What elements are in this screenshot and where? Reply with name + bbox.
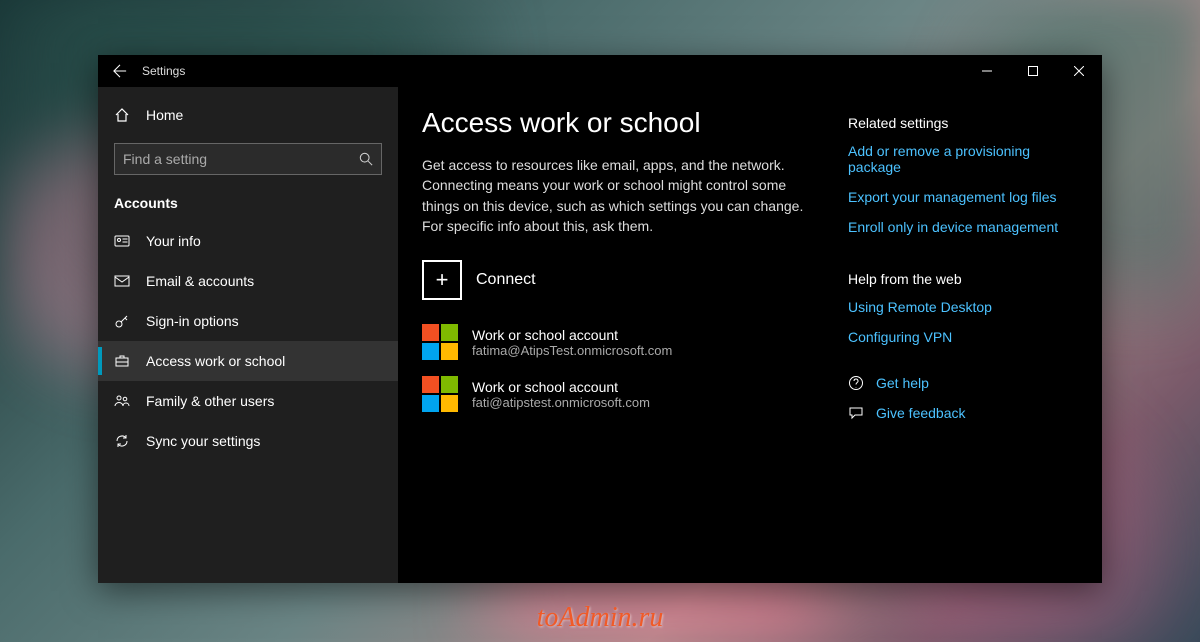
- sidebar-item-label: Sign-in options: [146, 313, 239, 329]
- microsoft-logo-icon: [422, 324, 458, 360]
- sidebar-item-label: Your info: [146, 233, 201, 249]
- arrow-left-icon: [113, 64, 127, 78]
- sidebar-item-email-accounts[interactable]: Email & accounts: [98, 261, 398, 301]
- link-provisioning-package[interactable]: Add or remove a provisioning package: [848, 143, 1078, 175]
- watermark: toAdmin.ru: [537, 602, 664, 634]
- give-feedback-label: Give feedback: [876, 405, 966, 421]
- account-title: Work or school account: [472, 327, 672, 343]
- account-text: Work or school account fati@atipstest.on…: [472, 379, 650, 410]
- close-button[interactable]: [1056, 55, 1102, 87]
- briefcase-icon: [114, 353, 130, 369]
- sidebar-home[interactable]: Home: [98, 95, 398, 135]
- sidebar-item-label: Email & accounts: [146, 273, 254, 289]
- content-area: Access work or school Get access to reso…: [398, 87, 1102, 583]
- account-email: fatima@AtipsTest.onmicrosoft.com: [472, 343, 672, 358]
- sidebar-home-label: Home: [146, 107, 183, 123]
- back-button[interactable]: [98, 55, 142, 87]
- search-input[interactable]: [123, 151, 359, 167]
- sidebar-item-sync-settings[interactable]: Sync your settings: [98, 421, 398, 461]
- side-column: Related settings Add or remove a provisi…: [848, 107, 1078, 583]
- account-email: fati@atipstest.onmicrosoft.com: [472, 395, 650, 410]
- minimize-icon: [982, 66, 992, 76]
- connect-button[interactable]: + Connect: [422, 260, 808, 300]
- close-icon: [1074, 66, 1084, 76]
- account-text: Work or school account fatima@AtipsTest.…: [472, 327, 672, 358]
- window-title: Settings: [142, 64, 185, 78]
- mail-icon: [114, 273, 130, 289]
- page-description: Get access to resources like email, apps…: [422, 155, 808, 236]
- page-title: Access work or school: [422, 107, 808, 139]
- sync-icon: [114, 433, 130, 449]
- sidebar: Home Accounts Your info Email & acco: [98, 87, 398, 583]
- home-icon: [114, 107, 130, 123]
- feedback-icon: [848, 405, 864, 421]
- sidebar-item-sign-in-options[interactable]: Sign-in options: [98, 301, 398, 341]
- account-row[interactable]: Work or school account fatima@AtipsTest.…: [422, 324, 808, 360]
- sidebar-item-your-info[interactable]: Your info: [98, 221, 398, 261]
- minimize-button[interactable]: [964, 55, 1010, 87]
- maximize-button[interactable]: [1010, 55, 1056, 87]
- account-title: Work or school account: [472, 379, 650, 395]
- get-help-link[interactable]: Get help: [848, 375, 1078, 391]
- people-icon: [114, 393, 130, 409]
- sidebar-section-header: Accounts: [98, 187, 398, 221]
- sidebar-item-label: Sync your settings: [146, 433, 260, 449]
- related-settings-heading: Related settings: [848, 115, 1078, 131]
- link-enroll-device-management[interactable]: Enroll only in device management: [848, 219, 1078, 235]
- sidebar-item-label: Access work or school: [146, 353, 285, 369]
- settings-window: Settings Home Ac: [98, 55, 1102, 583]
- help-from-web-heading: Help from the web: [848, 271, 1078, 287]
- connect-label: Connect: [476, 271, 536, 289]
- help-icon: [848, 375, 864, 391]
- microsoft-logo-icon: [422, 376, 458, 412]
- sidebar-item-label: Family & other users: [146, 393, 274, 409]
- search-box[interactable]: [114, 143, 382, 175]
- link-configuring-vpn[interactable]: Configuring VPN: [848, 329, 1078, 345]
- titlebar: Settings: [98, 55, 1102, 87]
- search-icon: [359, 152, 373, 166]
- sidebar-item-family-other-users[interactable]: Family & other users: [98, 381, 398, 421]
- account-row[interactable]: Work or school account fati@atipstest.on…: [422, 376, 808, 412]
- link-remote-desktop[interactable]: Using Remote Desktop: [848, 299, 1078, 315]
- give-feedback-link[interactable]: Give feedback: [848, 405, 1078, 421]
- key-icon: [114, 313, 130, 329]
- maximize-icon: [1028, 66, 1038, 76]
- sidebar-item-access-work-school[interactable]: Access work or school: [98, 341, 398, 381]
- main-column: Access work or school Get access to reso…: [422, 107, 808, 583]
- link-export-log-files[interactable]: Export your management log files: [848, 189, 1078, 205]
- plus-icon: +: [422, 260, 462, 300]
- person-card-icon: [114, 233, 130, 249]
- get-help-label: Get help: [876, 375, 929, 391]
